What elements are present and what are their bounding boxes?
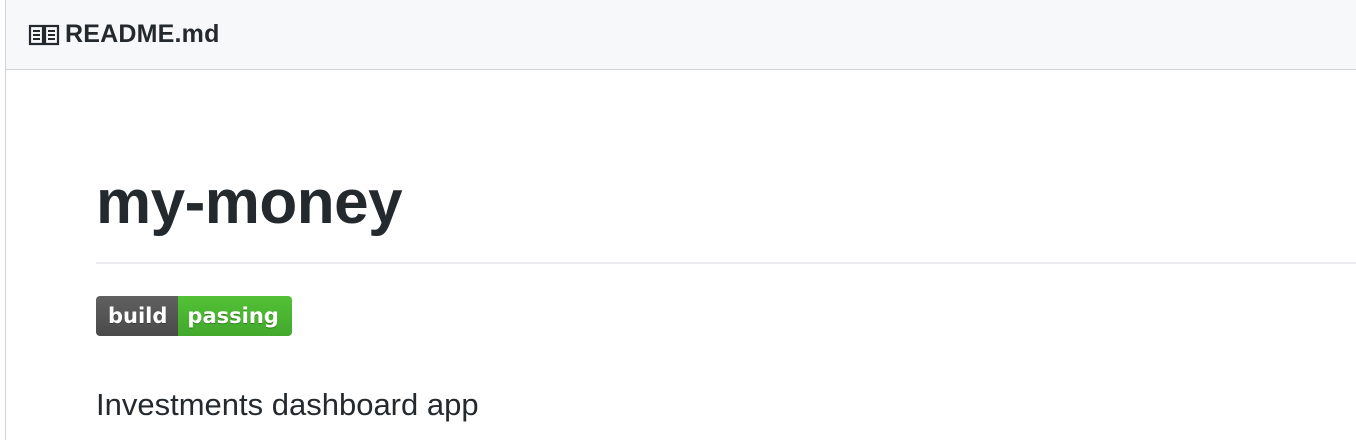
readme-header: README.md [6, 0, 1356, 70]
book-icon [28, 23, 60, 47]
readme-panel: README.md my-money build passing Investm… [5, 0, 1356, 440]
build-status-badge[interactable]: build passing [96, 296, 292, 336]
badge-status: passing [178, 296, 292, 336]
project-description: Investments dashboard app [96, 387, 479, 422]
badge-label: build [96, 296, 179, 336]
readme-filename: README.md [65, 20, 220, 48]
title-divider [96, 262, 1356, 264]
page-title: my-money [96, 168, 403, 237]
